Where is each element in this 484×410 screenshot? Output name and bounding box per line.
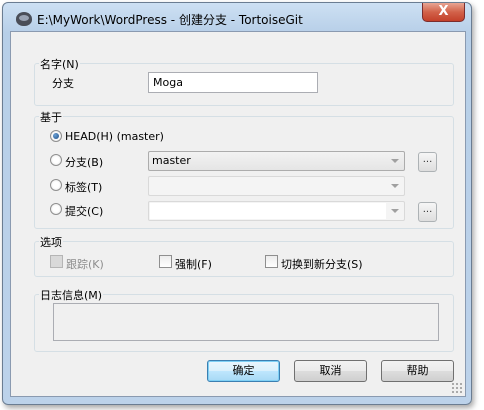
base-branch-value: master bbox=[152, 154, 191, 167]
branch-name-input[interactable]: Moga bbox=[148, 72, 318, 93]
commit-radio-label[interactable]: 提交(C) bbox=[65, 203, 103, 219]
branch-radio-label[interactable]: 分支(B) bbox=[65, 154, 103, 170]
close-button[interactable]: X bbox=[422, 3, 465, 22]
chevron-down-icon bbox=[391, 184, 399, 188]
tag-select[interactable] bbox=[148, 176, 405, 196]
switch-branch-checkbox-label[interactable]: 切换到新分支(S) bbox=[281, 256, 363, 272]
track-checkbox[interactable] bbox=[50, 255, 63, 268]
branch-browse-button[interactable]: ... bbox=[418, 152, 437, 172]
branch-radio[interactable] bbox=[50, 154, 62, 166]
ok-button[interactable]: 确定 bbox=[207, 360, 280, 382]
commit-radio[interactable] bbox=[50, 203, 62, 215]
commit-select[interactable] bbox=[148, 201, 405, 221]
head-radio-label[interactable]: HEAD(H) (master) bbox=[65, 130, 164, 143]
track-checkbox-label[interactable]: 跟踪(K) bbox=[66, 256, 104, 272]
tortoisegit-app-icon bbox=[16, 12, 32, 26]
switch-branch-checkbox[interactable] bbox=[265, 255, 278, 268]
tag-radio-label[interactable]: 标签(T) bbox=[65, 179, 102, 195]
log-message-textarea[interactable] bbox=[53, 303, 439, 341]
help-button[interactable]: 帮助 bbox=[381, 360, 454, 382]
base-branch-select[interactable]: master bbox=[148, 151, 405, 171]
title-bar[interactable]: E:\MyWork\WordPress - 创建分支 - TortoiseGit… bbox=[3, 3, 471, 31]
chevron-down-icon bbox=[391, 209, 399, 213]
head-radio[interactable] bbox=[50, 130, 62, 142]
commit-browse-button[interactable]: ... bbox=[418, 202, 437, 222]
chevron-down-icon bbox=[391, 159, 399, 163]
commit-select-field bbox=[150, 203, 386, 219]
force-checkbox[interactable] bbox=[159, 255, 172, 268]
window-title: E:\MyWork\WordPress - 创建分支 - TortoiseGit bbox=[37, 13, 303, 27]
force-checkbox-label[interactable]: 强制(F) bbox=[175, 256, 212, 272]
options-group-title: 选项 bbox=[39, 234, 63, 250]
log-group-title: 日志信息(M) bbox=[39, 287, 104, 303]
tag-radio[interactable] bbox=[50, 179, 62, 191]
cancel-button[interactable]: 取消 bbox=[294, 360, 367, 382]
dialog-window: E:\MyWork\WordPress - 创建分支 - TortoiseGit… bbox=[2, 2, 472, 405]
resize-grip-icon[interactable] bbox=[451, 382, 463, 394]
base-group-title: 基于 bbox=[39, 109, 63, 125]
dialog-client-area: 名字(N) 分支 Moga 基于 HEAD(H) (master) 分支(B) … bbox=[10, 31, 466, 397]
name-group-title: 名字(N) bbox=[39, 56, 80, 72]
branch-name-label: 分支 bbox=[52, 77, 74, 90]
